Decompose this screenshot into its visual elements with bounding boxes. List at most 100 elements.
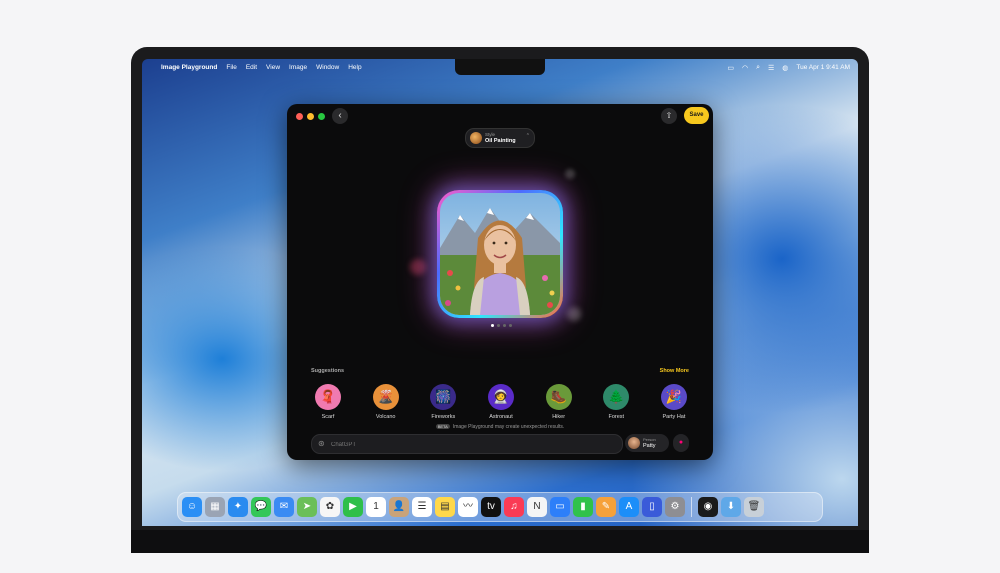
appstore-icon[interactable]: A — [619, 497, 639, 517]
beta-notice: BETA Image Playground may create unexpect… — [287, 424, 713, 430]
system-settings-icon[interactable]: ⚙ — [665, 497, 685, 517]
forest-icon: 🌲 — [603, 384, 630, 410]
dock: ☺ ▦ ✦ 💬 ✉ ➤ ✿ ▶ 1 👤 ☰ ▤ 〰 tv ♫ N ▭ ▮ ✎ A ▯ ⚙ ◉ ⬇ 🗑 — [177, 492, 823, 522]
menu-view[interactable]: View — [266, 64, 280, 71]
image-playground-window: ‹ ⇧ Save Style Oil Painting ⌃ Suggestion… — [287, 104, 713, 460]
suggestion-astronaut[interactable]: 🧑‍🚀 Astronaut — [474, 384, 528, 420]
appletv-icon[interactable]: tv — [481, 497, 501, 517]
search-icon[interactable]: ⌕ — [756, 64, 760, 72]
volcano-icon: 🌋 — [372, 384, 399, 410]
photos-icon[interactable]: ✿ — [320, 497, 340, 517]
notice-text: Image Playground may create unexpected r… — [452, 424, 565, 430]
suggestion-label: Scarf — [321, 414, 335, 420]
menu-edit[interactable]: Edit — [246, 64, 257, 71]
share-icon: ⇧ — [665, 111, 673, 120]
portrait-illustration — [440, 193, 560, 315]
menubar-clock[interactable]: Tue Apr 1 9:41 AM — [796, 64, 850, 71]
pages-icon[interactable]: ✎ — [596, 497, 616, 517]
music-icon[interactable]: ♫ — [504, 497, 524, 517]
messages-icon[interactable]: 💬 — [251, 497, 271, 517]
suggestion-label: Hiker — [552, 414, 566, 420]
suggestion-volcano[interactable]: 🌋 Volcano — [359, 384, 413, 420]
prompt-field[interactable]: ⊛ — [311, 434, 623, 454]
battery-icon[interactable]: ▭ — [727, 64, 734, 72]
style-label: Style — [485, 132, 496, 137]
chevron-updown-icon: ⌃ — [525, 133, 530, 139]
launchpad-icon[interactable]: ▦ — [205, 497, 225, 517]
suggestion-label: Astronaut — [489, 414, 513, 420]
image-playground-icon[interactable]: ◉ — [698, 497, 718, 517]
wifi-icon[interactable]: ◠ — [742, 64, 748, 72]
iphone-mirroring-icon[interactable]: ▯ — [642, 497, 662, 517]
menu-file[interactable]: File — [226, 64, 236, 71]
beta-badge: BETA — [435, 424, 450, 429]
menu-window[interactable]: Window — [316, 64, 339, 71]
freeform-icon[interactable]: 〰 — [458, 497, 478, 517]
news-icon[interactable]: N — [527, 497, 547, 517]
finder-icon[interactable]: ☺ — [182, 497, 202, 517]
menu-help[interactable]: Help — [348, 64, 361, 71]
avatar — [628, 437, 640, 449]
keynote-icon[interactable]: ▭ — [550, 497, 570, 517]
page-dot[interactable] — [497, 324, 500, 327]
person-picker[interactable]: Person Patty — [625, 434, 669, 452]
share-button[interactable]: ⇧ — [661, 108, 677, 124]
portrait-painting — [440, 193, 560, 315]
suggestion-label: Forest — [608, 414, 625, 420]
page-dot[interactable] — [509, 324, 512, 327]
suggestions-row: 🧣 Scarf 🌋 Volcano 🎆 Fireworks 🧑‍🚀 Astronaut 🥾 Hik… — [301, 384, 701, 420]
numbers-icon[interactable]: ▮ — [573, 497, 593, 517]
suggestion-label: Fireworks — [431, 414, 456, 420]
page-indicator[interactable] — [491, 324, 512, 327]
app-menu[interactable]: Image Playground — [161, 64, 217, 71]
suggestion-forest[interactable]: 🌲 Forest — [589, 384, 643, 420]
control-center-icon[interactable]: ☰ — [768, 64, 774, 72]
suggestions-heading: Suggestions — [311, 368, 345, 374]
suggestion-scarf[interactable]: 🧣 Scarf — [301, 384, 355, 420]
facetime-icon[interactable]: ▶ — [343, 497, 363, 517]
safari-icon[interactable]: ✦ — [228, 497, 248, 517]
hiker-icon: 🥾 — [545, 384, 572, 410]
siri-icon[interactable]: ◍ — [782, 64, 788, 72]
prompt-input[interactable] — [329, 438, 613, 452]
minimize-button[interactable] — [307, 113, 314, 120]
notes-icon[interactable]: ▤ — [435, 497, 455, 517]
laptop-base — [131, 530, 869, 553]
page-dot[interactable] — [491, 324, 494, 327]
style-thumbnail — [470, 132, 482, 144]
glow-orb — [567, 307, 581, 321]
show-more-button[interactable]: Show More — [660, 368, 689, 374]
people-icon: ● — [678, 439, 684, 446]
downloads-folder-icon[interactable]: ⬇ — [721, 497, 741, 517]
close-button[interactable] — [296, 113, 303, 120]
mail-icon[interactable]: ✉ — [274, 497, 294, 517]
reminders-icon[interactable]: ☰ — [412, 497, 432, 517]
dock-separator — [691, 497, 692, 517]
suggestion-label: Party Hat — [662, 414, 686, 420]
astronaut-icon: 🧑‍🚀 — [487, 384, 514, 410]
party-hat-icon: 🎉 — [660, 384, 687, 410]
zoom-button[interactable] — [318, 113, 325, 120]
glow-orb — [410, 259, 426, 275]
add-person-button[interactable]: ● — [673, 434, 689, 452]
suggestion-label: Volcano — [375, 414, 396, 420]
save-button[interactable]: Save — [684, 107, 709, 124]
back-button[interactable]: ‹ — [332, 108, 348, 124]
calendar-icon[interactable]: 1 — [366, 497, 386, 517]
suggestion-party-hat[interactable]: 🎉 Party Hat — [647, 384, 701, 420]
chatgpt-icon: ⊛ — [318, 439, 325, 448]
contacts-icon[interactable]: 👤 — [389, 497, 409, 517]
menu-image[interactable]: Image — [289, 64, 307, 71]
scarf-icon: 🧣 — [315, 384, 341, 410]
person-name: Patty — [643, 443, 656, 449]
style-picker[interactable]: Style Oil Painting ⌃ — [465, 128, 535, 148]
chevron-left-icon: ‹ — [338, 110, 342, 121]
suggestion-fireworks[interactable]: 🎆 Fireworks — [416, 384, 470, 420]
page-dot[interactable] — [503, 324, 506, 327]
maps-icon[interactable]: ➤ — [297, 497, 317, 517]
trash-icon[interactable]: 🗑 — [744, 497, 764, 517]
generated-image[interactable] — [437, 190, 563, 318]
camera-notch — [455, 59, 545, 75]
window-controls — [296, 113, 325, 120]
suggestion-hiker[interactable]: 🥾 Hiker — [532, 384, 586, 420]
